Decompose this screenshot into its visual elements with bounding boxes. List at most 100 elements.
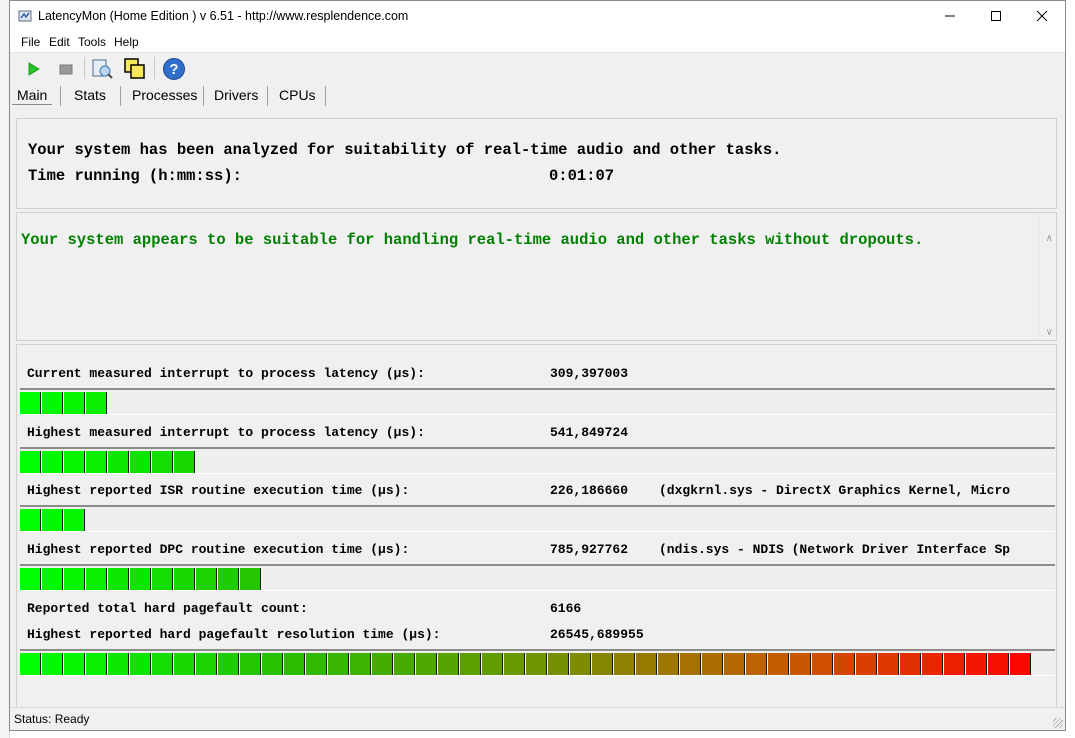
bar-segment bbox=[262, 653, 283, 675]
tab-main[interactable]: Main bbox=[17, 87, 47, 103]
bar-segment bbox=[592, 653, 613, 675]
close-button[interactable] bbox=[1019, 1, 1065, 32]
title-bar[interactable]: LatencyMon (Home Edition ) v 6.51 - http… bbox=[10, 1, 1065, 32]
toolbar: ? bbox=[10, 52, 1065, 83]
tab-separator bbox=[267, 86, 268, 106]
scroll-down-icon[interactable]: ∨ bbox=[1046, 327, 1053, 338]
bar-segment bbox=[196, 568, 217, 590]
bar-segment bbox=[42, 451, 63, 473]
bar-segment bbox=[20, 653, 41, 675]
bar-segment bbox=[966, 653, 987, 675]
metric-value: 26545,689955 bbox=[550, 627, 644, 642]
bar-segment bbox=[394, 653, 415, 675]
active-tab-indicator bbox=[12, 104, 52, 105]
bar-segment bbox=[64, 509, 85, 531]
scroll-up-icon[interactable]: ∧ bbox=[1046, 233, 1053, 244]
bar-segment bbox=[1010, 653, 1031, 675]
tab-stats[interactable]: Stats bbox=[74, 87, 106, 103]
bar-segment bbox=[812, 653, 833, 675]
play-icon[interactable] bbox=[22, 57, 46, 81]
report-icon[interactable] bbox=[90, 57, 114, 81]
bar-segment bbox=[724, 653, 745, 675]
metric-value: 226,186660 bbox=[550, 483, 629, 498]
toolbar-separator bbox=[84, 57, 85, 79]
metric-label: Highest reported ISR routine execution t… bbox=[27, 483, 410, 498]
bar-segment bbox=[790, 653, 811, 675]
bar-segment bbox=[240, 568, 261, 590]
isr-bar bbox=[20, 505, 1055, 532]
minimize-icon bbox=[945, 15, 955, 17]
bar-segment bbox=[284, 653, 305, 675]
tab-processes[interactable]: Processes bbox=[132, 87, 197, 103]
stop-icon[interactable] bbox=[54, 57, 78, 81]
bar-segment bbox=[152, 653, 173, 675]
bar-segment bbox=[570, 653, 591, 675]
close-icon bbox=[1036, 10, 1048, 22]
menu-help[interactable]: Help bbox=[114, 35, 139, 49]
bar-segment bbox=[218, 653, 239, 675]
time-running-value: 0:01:07 bbox=[549, 167, 615, 185]
metric-value: 309,397003 bbox=[550, 366, 629, 381]
bar-segment bbox=[20, 509, 41, 531]
bar-segment bbox=[944, 653, 965, 675]
tab-separator bbox=[325, 86, 326, 106]
bar-segment bbox=[42, 568, 63, 590]
bar-segment bbox=[438, 653, 459, 675]
bar-segment bbox=[416, 653, 437, 675]
bar-segment bbox=[658, 653, 679, 675]
app-icon bbox=[18, 10, 32, 22]
bar-segment bbox=[64, 392, 85, 414]
bar-segment bbox=[922, 653, 943, 675]
summary-panel: Your system has been analyzed for suitab… bbox=[16, 118, 1057, 209]
bar-segment bbox=[482, 653, 503, 675]
bar-segment bbox=[86, 451, 107, 473]
bar-segment bbox=[20, 451, 41, 473]
dpc-bar bbox=[20, 564, 1055, 591]
cpu-icon[interactable] bbox=[123, 57, 147, 81]
latencymon-window: LatencyMon (Home Edition ) v 6.51 - http… bbox=[9, 0, 1066, 731]
bar-segment bbox=[768, 653, 789, 675]
maximize-button[interactable] bbox=[973, 1, 1019, 32]
menu-tools[interactable]: Tools bbox=[78, 35, 106, 49]
metric-value: 6166 bbox=[550, 601, 582, 616]
bar-segment bbox=[878, 653, 899, 675]
tab-cpus[interactable]: CPUs bbox=[279, 87, 316, 103]
verdict-scrollbar[interactable]: ∧ ∨ bbox=[1038, 213, 1056, 340]
toolbar-separator bbox=[154, 57, 155, 79]
tab-drivers[interactable]: Drivers bbox=[214, 87, 258, 103]
bar-segment bbox=[746, 653, 767, 675]
bar-segment bbox=[86, 653, 107, 675]
latency-bar-highest bbox=[20, 447, 1055, 474]
analysis-summary: Your system has been analyzed for suitab… bbox=[28, 141, 782, 159]
latency-bar-current bbox=[20, 388, 1055, 415]
resize-grip-icon[interactable] bbox=[1053, 718, 1063, 728]
minimize-button[interactable] bbox=[927, 1, 973, 32]
bar-segment bbox=[64, 653, 85, 675]
menu-file[interactable]: File bbox=[21, 35, 40, 49]
status-text: Status: Ready bbox=[14, 712, 90, 726]
bar-segment bbox=[856, 653, 877, 675]
bar-segment bbox=[196, 653, 217, 675]
menu-edit[interactable]: Edit bbox=[49, 35, 70, 49]
bar-segment bbox=[680, 653, 701, 675]
bar-segment bbox=[20, 392, 41, 414]
help-icon[interactable]: ? bbox=[162, 57, 186, 81]
bar-segment bbox=[702, 653, 723, 675]
tab-strip: Main Stats Processes Drivers CPUs bbox=[10, 82, 1065, 108]
bar-segment bbox=[548, 653, 569, 675]
bar-segment bbox=[108, 451, 129, 473]
bar-segment bbox=[328, 653, 349, 675]
bar-segment bbox=[174, 568, 195, 590]
pagefault-bar bbox=[20, 649, 1055, 676]
bar-segment bbox=[988, 653, 1009, 675]
metric-label: Highest measured interrupt to process la… bbox=[27, 425, 425, 440]
bar-segment bbox=[526, 653, 547, 675]
bar-segment bbox=[218, 568, 239, 590]
bar-segment bbox=[174, 451, 195, 473]
metric-value: 541,849724 bbox=[550, 425, 629, 440]
menu-bar: File Edit Tools Help bbox=[10, 32, 1065, 52]
bar-segment bbox=[130, 451, 151, 473]
bar-segment bbox=[42, 509, 63, 531]
bar-segment bbox=[86, 568, 107, 590]
metric-label: Highest reported hard pagefault resoluti… bbox=[27, 627, 441, 642]
